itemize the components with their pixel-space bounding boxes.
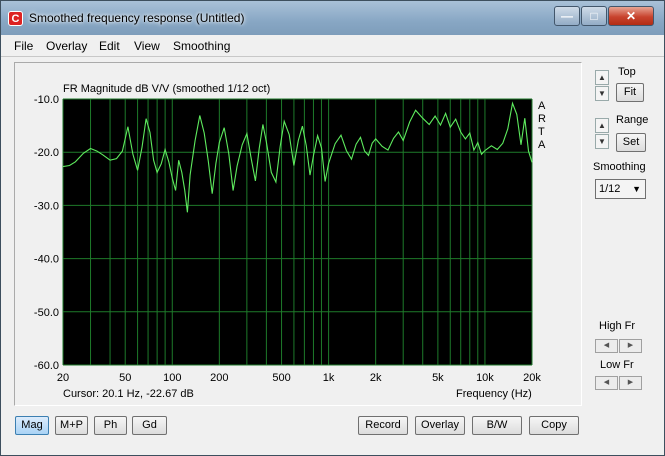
mag-button[interactable]: Mag <box>15 416 49 435</box>
high-fr-right-button[interactable]: ▶ <box>619 339 642 353</box>
arrow-left-icon: ◀ <box>603 342 610 349</box>
plot-panel: FR Magnitude dB V/V (smoothed 1/12 oct) … <box>14 62 582 406</box>
high-fr-left-button[interactable]: ◀ <box>595 339 618 353</box>
client-area: FR Magnitude dB V/V (smoothed 1/12 oct) … <box>1 57 664 455</box>
maximize-icon: □ <box>590 9 598 23</box>
menu-smoothing[interactable]: Smoothing <box>173 39 230 53</box>
minimize-button[interactable]: — <box>554 6 580 26</box>
y-tick-label: -50.0 <box>34 307 59 319</box>
low-fr-left-button[interactable]: ◀ <box>595 376 618 390</box>
plot-area[interactable] <box>63 99 532 365</box>
spin-up-icon: ▲ <box>598 73 606 82</box>
copy-button[interactable]: Copy <box>529 416 579 435</box>
overlay-button[interactable]: Overlay <box>415 416 465 435</box>
x-tick-label: 1k <box>323 372 335 384</box>
top-up-button[interactable]: ▲ <box>595 70 609 85</box>
app-window: C Smoothed frequency response (Untitled)… <box>0 0 665 456</box>
high-fr-label: High Fr <box>599 320 636 332</box>
menu-overlay[interactable]: Overlay <box>46 39 87 53</box>
x-tick-label: 50 <box>119 372 131 384</box>
plot-title: FR Magnitude dB V/V (smoothed 1/12 oct) <box>63 83 270 95</box>
menu-view[interactable]: View <box>134 39 160 53</box>
gd-button[interactable]: Gd <box>132 416 167 435</box>
frequency-response-chart[interactable]: FR Magnitude dB V/V (smoothed 1/12 oct) … <box>15 63 581 405</box>
x-axis-label: Frequency (Hz) <box>456 388 532 400</box>
arta-letter-a1: A <box>538 100 546 112</box>
dropdown-arrow-icon: ▼ <box>632 184 641 194</box>
title-bar[interactable]: C Smoothed frequency response (Untitled)… <box>1 1 664 35</box>
x-tick-label: 500 <box>272 372 290 384</box>
arta-letter-t: T <box>538 126 545 138</box>
y-tick-labels: -10.0 -20.0 -30.0 -40.0 -50.0 -60.0 <box>34 94 59 372</box>
record-button[interactable]: Record <box>358 416 408 435</box>
ph-button[interactable]: Ph <box>94 416 127 435</box>
fit-button[interactable]: Fit <box>616 83 644 102</box>
arrow-left-icon: ◀ <box>603 379 610 386</box>
x-tick-label: 5k <box>432 372 444 384</box>
top-down-button[interactable]: ▼ <box>595 86 609 101</box>
close-icon: ✕ <box>625 9 637 23</box>
menu-file[interactable]: File <box>14 39 33 53</box>
smoothing-label: Smoothing <box>593 161 646 173</box>
maximize-button[interactable]: □ <box>581 6 607 26</box>
arta-letter-a2: A <box>538 139 546 151</box>
arrow-right-icon: ▶ <box>627 342 634 349</box>
x-tick-label: 20 <box>57 372 69 384</box>
menu-bar: File Overlay Edit View Smoothing <box>1 35 664 57</box>
smoothing-select[interactable]: 1/12 ▼ <box>595 179 646 199</box>
x-tick-label: 20k <box>523 372 541 384</box>
x-tick-label: 200 <box>210 372 228 384</box>
y-tick-label: -60.0 <box>34 360 59 372</box>
cursor-readout: Cursor: 20.1 Hz, -22.67 dB <box>63 388 194 400</box>
bw-button[interactable]: B/W <box>472 416 522 435</box>
top-label: Top <box>618 66 636 78</box>
spin-down-icon: ▼ <box>598 89 606 98</box>
range-up-button[interactable]: ▲ <box>595 118 609 133</box>
minimize-icon: — <box>561 9 573 23</box>
spin-up-icon: ▲ <box>598 121 606 130</box>
low-fr-right-button[interactable]: ▶ <box>619 376 642 390</box>
x-tick-labels: 20 50 100 200 500 1k 2k 5k 10k 20k <box>57 372 541 384</box>
y-tick-label: -30.0 <box>34 200 59 212</box>
x-tick-label: 100 <box>163 372 181 384</box>
y-tick-label: -10.0 <box>34 94 59 106</box>
window-title: Smoothed frequency response (Untitled) <box>29 11 245 25</box>
smoothing-value: 1/12 <box>599 183 621 195</box>
menu-edit[interactable]: Edit <box>99 39 120 53</box>
y-tick-label: -20.0 <box>34 147 59 159</box>
x-tick-label: 10k <box>476 372 494 384</box>
mp-button[interactable]: M+P <box>55 416 88 435</box>
set-button[interactable]: Set <box>616 133 646 152</box>
low-fr-label: Low Fr <box>600 359 634 371</box>
app-icon[interactable]: C <box>8 11 23 26</box>
spin-down-icon: ▼ <box>598 137 606 146</box>
close-button[interactable]: ✕ <box>608 6 654 26</box>
x-tick-label: 2k <box>370 372 382 384</box>
range-label: Range <box>616 114 649 126</box>
arrow-right-icon: ▶ <box>627 379 634 386</box>
y-tick-label: -40.0 <box>34 254 59 266</box>
range-down-button[interactable]: ▼ <box>595 134 609 149</box>
arta-letter-r: R <box>538 113 546 125</box>
